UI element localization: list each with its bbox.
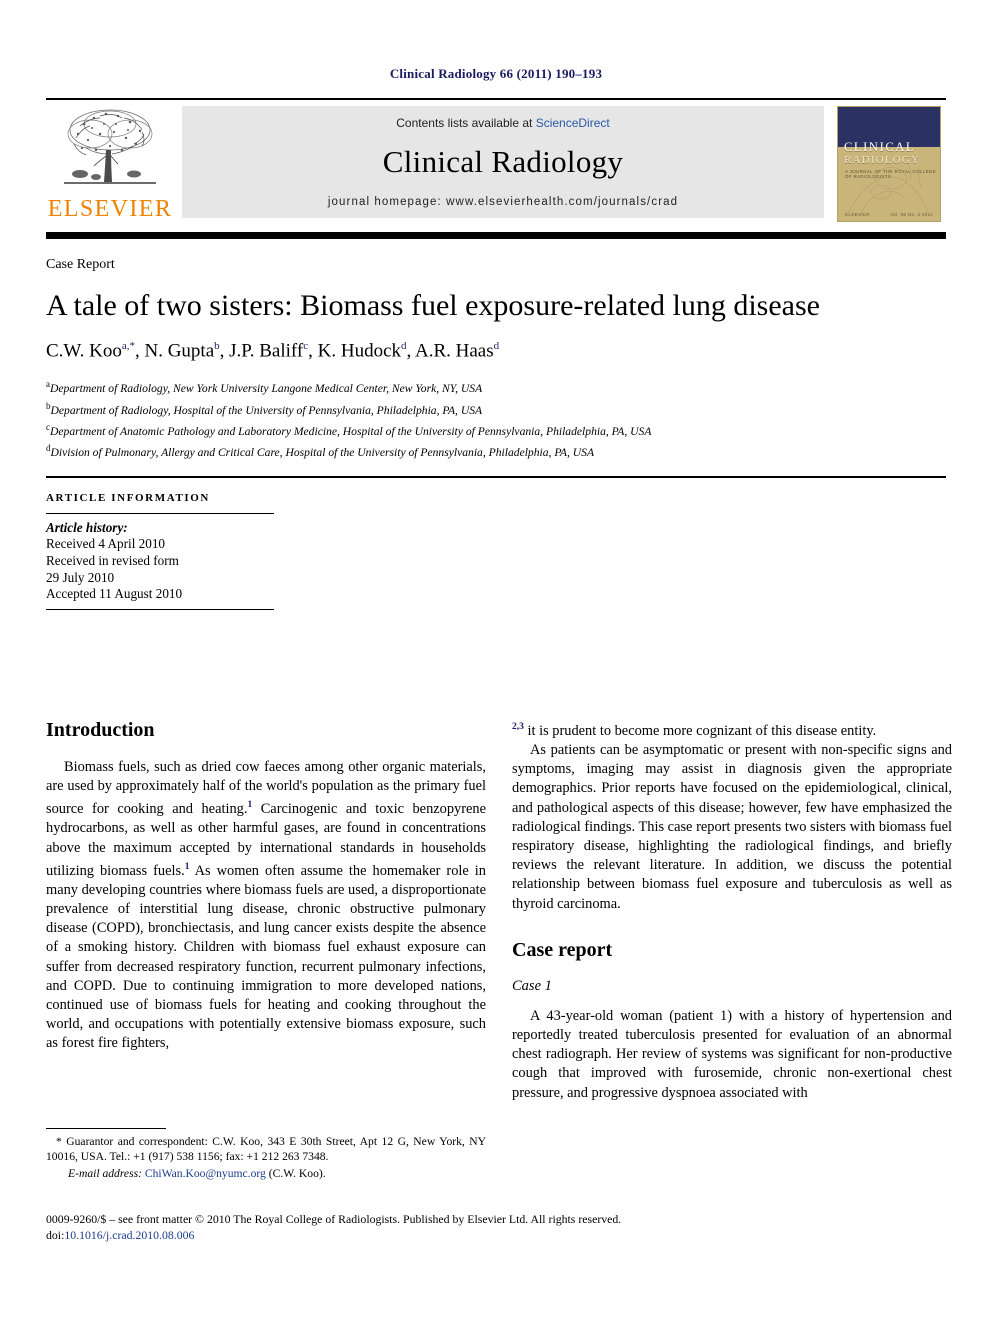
- journal-cover-thumbnail[interactable]: CLINICAL RADIOLOGY A JOURNAL OF THE ROYA…: [837, 106, 941, 222]
- author-name: C.W. Koo: [46, 340, 122, 362]
- section-heading-case-report: Case report: [512, 938, 613, 961]
- cover-title-line2: RADIOLOGY: [844, 154, 921, 166]
- article-information-block: ARTICLE INFORMATION Article history: Rec…: [46, 492, 278, 610]
- affiliation-text: Division of Pulmonary, Allergy and Criti…: [50, 446, 595, 460]
- affiliation-list: aDepartment of Radiology, New York Unive…: [46, 376, 946, 461]
- author-affiliation-marker[interactable]: d: [401, 340, 407, 352]
- email-label: E-mail address:: [68, 1166, 142, 1180]
- page-title: A tale of two sisters: Biomass fuel expo…: [46, 289, 820, 322]
- author-name: A.R. Haas: [414, 340, 494, 362]
- affiliation-text: Department of Radiology, Hospital of the…: [50, 403, 483, 417]
- case-1-paragraph: A 43-year-old woman (patient 1) with a h…: [512, 1007, 952, 1101]
- article-info-top-rule: [46, 475, 946, 478]
- author-affiliation-marker[interactable]: a,*: [122, 340, 135, 352]
- contents-prefix: Contents lists available at: [396, 116, 533, 130]
- doi-line: doi:10.1016/j.crad.2010.08.006: [46, 1228, 946, 1244]
- elsevier-wordmark: ELSEVIER: [47, 196, 173, 222]
- affiliation-item: bDepartment of Radiology, Hospital of th…: [46, 398, 946, 419]
- correspondence-detail: Guarantor and correspondent: C.W. Koo, 3…: [46, 1135, 486, 1164]
- cover-title-line1: CLINICAL: [844, 140, 916, 154]
- email-line: E-mail address: ChiWan.Koo@nyumc.org (C.…: [46, 1166, 486, 1181]
- revised-label: Received in revised form: [46, 552, 179, 568]
- correspondence-footnote: * Guarantor and correspondent: C.W. Koo,…: [46, 1128, 486, 1181]
- received-date: Received 4 April 2010: [46, 536, 166, 552]
- intro-paragraph-1-continued: 2,3 it is prudent to become more cogniza…: [512, 718, 952, 741]
- copyright-line: 0009-9260/$ – see front matter © 2010 Th…: [46, 1212, 622, 1226]
- article-information-heading: ARTICLE INFORMATION: [46, 491, 210, 504]
- subsection-heading-case-1: Case 1: [512, 977, 552, 994]
- author-affiliation-marker[interactable]: b: [214, 340, 220, 352]
- article-body: Introduction Biomass fuels, such as drie…: [46, 718, 952, 1103]
- email-owner: (C.W. Koo).: [268, 1166, 326, 1180]
- article-info-rule: [46, 512, 274, 514]
- article-type-kicker: Case Report: [46, 257, 115, 272]
- masthead-center: Contents lists available at ScienceDirec…: [182, 106, 824, 218]
- running-head: Clinical Radiology 66 (2011) 190–193: [389, 66, 603, 81]
- elsevier-logo: ELSEVIER: [46, 100, 174, 228]
- affiliation-text: Department of Anatomic Pathology and Lab…: [50, 424, 652, 438]
- cover-footer-left: ELSEVIER: [845, 212, 870, 217]
- masthead-divider-bar: [46, 232, 946, 239]
- author-name: J.P. Baliff: [229, 340, 304, 362]
- author-affiliation-marker[interactable]: c: [303, 340, 308, 352]
- intro-text-d: it is prudent to become more cognizant o…: [523, 722, 877, 739]
- affiliation-item: dDivision of Pulmonary, Allergy and Crit…: [46, 440, 946, 461]
- cover-footer-right: Vol. 66 No. 2 2011: [890, 212, 933, 217]
- journal-cover-cell: CLINICAL RADIOLOGY A JOURNAL OF THE ROYA…: [832, 100, 946, 228]
- article-history: Article history: Received 4 April 2010 R…: [46, 520, 278, 603]
- article-page: Clinical Radiology 66 (2011) 190–193 ELS…: [0, 0, 992, 1323]
- affiliation-item: aDepartment of Radiology, New York Unive…: [46, 376, 946, 397]
- section-heading-introduction: Introduction: [46, 719, 155, 741]
- footnote-rule: [46, 1128, 166, 1129]
- citation-ref[interactable]: 2,3: [512, 722, 524, 732]
- author-name: K. Hudock: [317, 340, 402, 362]
- intro-paragraph-1: Biomass fuels, such as dried cow faeces …: [46, 758, 486, 1054]
- title-block: Case Report A tale of two sisters: Bioma…: [46, 257, 946, 462]
- journal-title: Clinical Radiology: [382, 144, 624, 179]
- author-affiliation-marker[interactable]: d: [494, 340, 500, 352]
- sciencedirect-link[interactable]: ScienceDirect: [536, 116, 610, 130]
- email-link[interactable]: ChiWan.Koo@nyumc.org: [145, 1167, 266, 1180]
- journal-masthead: ELSEVIER Contents lists available at Sci…: [46, 98, 946, 228]
- author-name: N. Gupta: [144, 340, 215, 362]
- article-history-label: Article history:: [46, 519, 128, 535]
- correspondence-text: * Guarantor and correspondent: C.W. Koo,…: [46, 1134, 486, 1165]
- revised-date: 29 July 2010: [46, 569, 115, 585]
- column-left: Introduction Biomass fuels, such as drie…: [46, 718, 486, 1103]
- accepted-date: Accepted 11 August 2010: [46, 586, 183, 602]
- affiliation-text: Department of Radiology, New York Univer…: [50, 382, 483, 396]
- article-info-bottom-rule: [46, 608, 274, 610]
- intro-text-c: As women often assume the homemaker role…: [46, 862, 486, 1052]
- elsevier-tree-icon: [64, 109, 156, 184]
- author-list: C.W. Kooa,*, N. Guptab, J.P. Baliffc, K.…: [46, 340, 500, 362]
- column-right: 2,3 it is prudent to become more cogniza…: [512, 718, 952, 1103]
- cover-footer: ELSEVIER Vol. 66 No. 2 2011: [845, 212, 933, 217]
- doi-link[interactable]: 10.1016/j.crad.2010.08.006: [64, 1228, 194, 1242]
- copyright-block: 0009-9260/$ – see front matter © 2010 Th…: [46, 1212, 946, 1243]
- affiliation-item: cDepartment of Anatomic Pathology and La…: [46, 419, 946, 440]
- cover-title: CLINICAL RADIOLOGY: [844, 141, 920, 167]
- journal-homepage[interactable]: journal homepage: www.elsevierhealth.com…: [328, 196, 678, 208]
- intro-paragraph-2: As patients can be asymptomatic or prese…: [512, 742, 952, 912]
- doi-label: doi:: [46, 1227, 65, 1242]
- contents-available-line: Contents lists available at ScienceDirec…: [396, 116, 609, 130]
- cover-subtitle: A JOURNAL OF THE ROYAL COLLEGE OF RADIOL…: [845, 169, 937, 179]
